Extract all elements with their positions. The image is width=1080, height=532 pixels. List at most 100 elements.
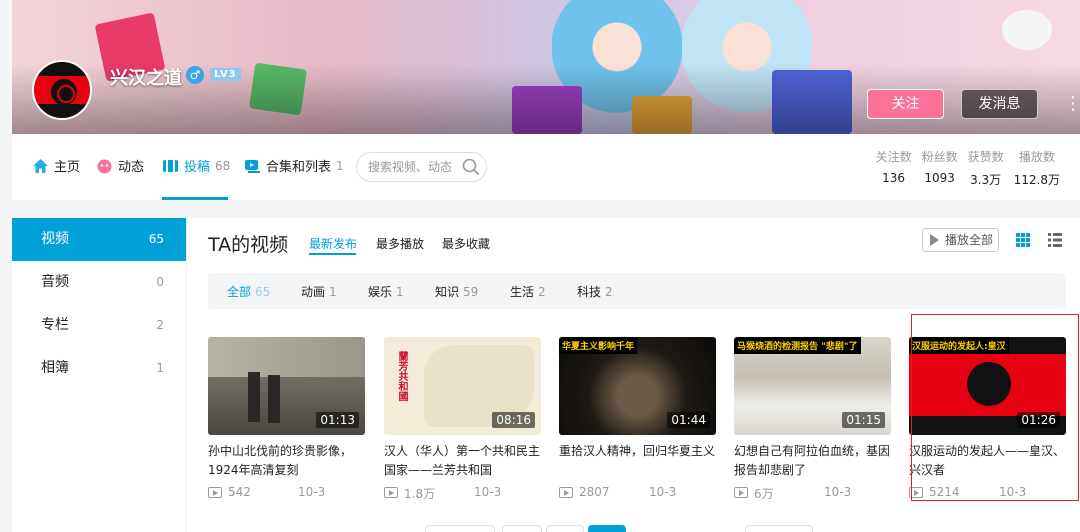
username[interactable]: 兴汉之道 — [110, 64, 182, 90]
tab-home[interactable]: 主页 — [32, 156, 80, 175]
user-stats: 关注数 136 粉丝数 1093 获赞数 3.3万 播放数 112.8万 — [876, 148, 1060, 188]
stat-plays: 播放数 112.8万 — [1014, 148, 1060, 188]
category-label: 知识 — [435, 285, 460, 299]
sidebar-item-articles[interactable]: 专栏 2 — [12, 304, 186, 347]
level-badge: LV3 — [210, 68, 241, 81]
video-thumbnail[interactable]: 蘭芳共和國 08:16 — [384, 337, 541, 435]
pagination-page-current[interactable] — [588, 525, 626, 532]
category-animation[interactable]: 动画 1 — [301, 283, 337, 300]
thumb-caption: 华夏主义影响千年 — [559, 337, 638, 354]
list-view-icon[interactable] — [1047, 232, 1063, 248]
avatar[interactable] — [32, 60, 92, 120]
sidebar-item-count: 65 — [148, 232, 164, 246]
male-icon: ♂ — [186, 66, 204, 84]
avatar-band — [34, 104, 90, 118]
category-label: 全部 — [227, 285, 252, 299]
pagination-page[interactable] — [502, 525, 542, 532]
view-count: 542 — [228, 485, 251, 499]
content-type-sidebar: 视频 65 音频 0 专栏 2 相簿 1 — [12, 218, 186, 532]
video-duration: 01:44 — [667, 412, 710, 428]
stat-value: 3.3万 — [970, 173, 1002, 187]
sidebar-item-count: 1 — [156, 361, 164, 375]
pagination-next[interactable] — [745, 525, 813, 532]
category-tech[interactable]: 科技 2 — [577, 283, 613, 300]
play-count-icon — [559, 487, 573, 498]
sidebar-item-video[interactable]: 视频 65 — [12, 218, 186, 261]
video-card[interactable]: 华夏主义影响千年 01:44 重拾汉人精神，回归华夏主义 2807 10-3 — [559, 337, 716, 501]
video-meta: 1.8万 10-3 — [384, 485, 541, 501]
sidebar-item-albums[interactable]: 相簿 1 — [12, 347, 186, 390]
category-count: 65 — [255, 285, 271, 299]
category-filter-bar: 全部 65 动画 1 娱乐 1 知识 59 生活 2 科技 2 — [208, 273, 1066, 309]
video-thumbnail[interactable]: 华夏主义影响千年 01:44 — [559, 337, 716, 435]
video-card[interactable]: 马猴烧酒的检测报告 "悲剧"了 01:15 幻想自己有阿拉伯血统，基因报告却悲剧… — [734, 337, 891, 501]
video-duration: 08:16 — [492, 412, 535, 428]
selection-highlight-box — [911, 314, 1079, 501]
category-count: 2 — [605, 285, 613, 299]
video-title[interactable]: 孙中山北伐前的珍贵影像，1924年高清复刻 — [208, 442, 365, 480]
active-sort-indicator — [309, 253, 356, 255]
grid-view-icon[interactable] — [1015, 232, 1031, 248]
stat-value: 136 — [882, 171, 906, 185]
sort-most-favorited[interactable]: 最多收藏 — [442, 235, 490, 252]
category-count: 1 — [329, 285, 337, 299]
sidebar-item-label: 相簿 — [41, 360, 69, 376]
tab-label: 合集和列表 — [266, 160, 332, 175]
sidebar-item-audio[interactable]: 音频 0 — [12, 261, 186, 304]
more-vertical-icon[interactable]: ⋮ — [1064, 92, 1080, 116]
stat-value: 112.8万 — [1013, 173, 1060, 187]
tab-uploads[interactable]: 投稿 68 — [162, 156, 230, 175]
category-life[interactable]: 生活 2 — [510, 283, 546, 300]
sidebar-item-label: 音频 — [41, 274, 69, 290]
stat-following[interactable]: 关注数 136 — [876, 148, 912, 188]
follow-button[interactable]: 关注 — [867, 89, 944, 119]
thumb-scene — [248, 372, 260, 422]
sidebar-item-label: 视频 — [41, 231, 69, 247]
play-count-icon — [208, 487, 222, 498]
category-knowledge[interactable]: 知识 59 — [435, 283, 478, 300]
category-label: 科技 — [577, 285, 602, 299]
video-thumbnail[interactable]: 01:13 — [208, 337, 365, 435]
video-meta: 2807 10-3 — [559, 485, 716, 501]
send-message-button[interactable]: 发消息 — [961, 89, 1038, 119]
stat-value: 1093 — [924, 171, 955, 185]
video-duration: 01:15 — [842, 412, 885, 428]
category-all[interactable]: 全部 65 — [227, 283, 270, 300]
tab-label: 主页 — [54, 160, 81, 175]
view-count: 6万 — [754, 487, 774, 501]
tab-dynamic[interactable]: 动态 — [96, 156, 144, 175]
play-count-icon — [734, 487, 748, 498]
pagination-prev[interactable] — [425, 525, 495, 532]
gift-box-decoration — [1002, 10, 1052, 50]
category-count: 1 — [396, 285, 404, 299]
sort-most-played[interactable]: 最多播放 — [376, 235, 424, 252]
avatar-band — [34, 62, 90, 76]
sidebar-item-label: 专栏 — [41, 317, 69, 333]
search-icon[interactable] — [462, 158, 480, 176]
video-meta: 542 10-3 — [208, 485, 365, 501]
video-title[interactable]: 重拾汉人精神，回归华夏主义 — [559, 442, 716, 480]
category-entertainment[interactable]: 娱乐 1 — [368, 283, 404, 300]
stat-likes: 获赞数 3.3万 — [968, 148, 1004, 188]
thumb-caption: 蘭芳共和國 — [396, 351, 407, 401]
video-title[interactable]: 汉人（华人）第一个共和民主国家——兰芳共和国 — [384, 442, 541, 480]
category-label: 动画 — [301, 285, 326, 299]
upload-date: 10-3 — [474, 485, 502, 499]
stat-label: 播放数 — [1018, 150, 1055, 164]
active-tab-indicator — [162, 197, 228, 200]
video-card[interactable]: 蘭芳共和國 08:16 汉人（华人）第一个共和民主国家——兰芳共和国 1.8万 … — [384, 337, 541, 501]
sort-latest[interactable]: 最新发布 — [309, 235, 357, 252]
tab-label: 投稿 — [184, 160, 211, 175]
pagination-page[interactable] — [546, 525, 584, 532]
tab-count: 68 — [215, 158, 231, 173]
tab-collections[interactable]: 合集和列表 1 — [244, 156, 344, 175]
play-icon — [930, 234, 939, 246]
home-icon — [33, 158, 48, 173]
stat-label: 关注数 — [875, 150, 912, 164]
video-card[interactable]: 01:13 孙中山北伐前的珍贵影像，1924年高清复刻 542 10-3 — [208, 337, 365, 501]
video-thumbnail[interactable]: 马猴烧酒的检测报告 "悲剧"了 01:15 — [734, 337, 891, 435]
upload-date: 10-3 — [824, 485, 852, 499]
stat-followers[interactable]: 粉丝数 1093 — [922, 148, 958, 188]
tab-label: 动态 — [118, 160, 145, 175]
video-title[interactable]: 幻想自己有阿拉伯血统，基因报告却悲剧了 — [734, 442, 891, 480]
